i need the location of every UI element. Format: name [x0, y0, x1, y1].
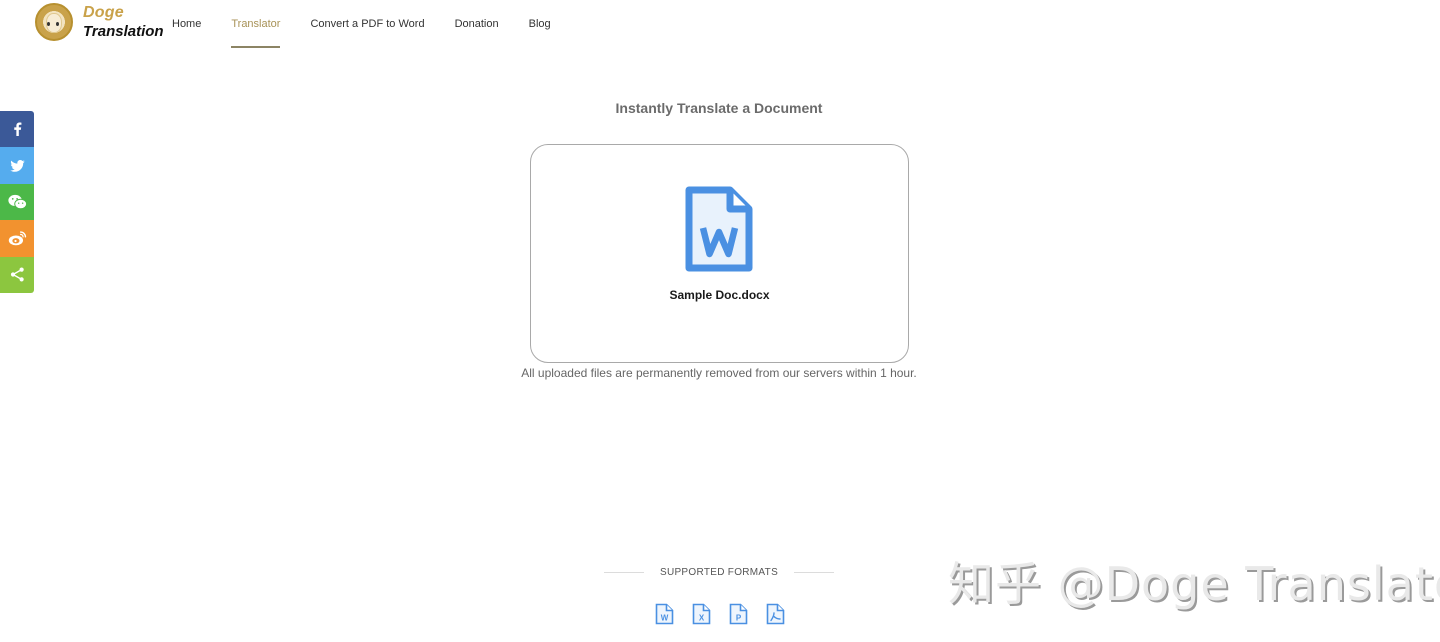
page-title: Instantly Translate a Document	[615, 100, 823, 116]
powerpoint-format-icon: P	[729, 603, 748, 625]
nav-translator[interactable]: Translator	[216, 0, 295, 48]
share-more-button[interactable]	[0, 256, 34, 293]
facebook-icon	[13, 122, 22, 137]
site-header: Doge Translation Home Translator Convert…	[0, 0, 1440, 48]
nav-donation[interactable]: Donation	[440, 0, 514, 48]
excel-format-icon: X	[692, 603, 711, 625]
format-icons-list: W X P	[655, 603, 785, 625]
share-wechat-button[interactable]	[0, 183, 34, 221]
share-facebook-button[interactable]	[0, 111, 34, 148]
nav-home[interactable]: Home	[157, 0, 216, 48]
doge-logo-icon	[35, 3, 73, 41]
weibo-icon	[8, 230, 27, 246]
supported-formats-label: SUPPORTED FORMATS	[659, 567, 779, 578]
privacy-notice: All uploaded files are permanently remov…	[521, 366, 917, 380]
word-document-icon	[685, 186, 753, 277]
logo-text: Doge Translation	[83, 4, 164, 40]
twitter-icon	[9, 159, 25, 172]
wechat-icon	[7, 194, 27, 210]
supported-formats-heading: SUPPORTED FORMATS	[604, 567, 835, 578]
pdf-format-icon	[766, 603, 785, 625]
word-format-icon: W	[655, 603, 674, 625]
svg-text:W: W	[661, 614, 669, 623]
share-twitter-button[interactable]	[0, 147, 34, 184]
divider-right	[794, 572, 835, 573]
file-upload-dropzone[interactable]: Sample Doc.docx	[530, 144, 909, 363]
share-weibo-button[interactable]	[0, 220, 34, 257]
logo-line1: Doge	[83, 4, 124, 21]
logo-link[interactable]: Doge Translation	[35, 3, 164, 41]
divider-left	[604, 572, 644, 573]
nav-convert-pdf-to-word[interactable]: Convert a PDF to Word	[295, 0, 439, 48]
share-icon	[10, 267, 25, 282]
share-sidebar	[0, 111, 34, 293]
nav-blog[interactable]: Blog	[514, 0, 566, 48]
uploaded-filename: Sample Doc.docx	[669, 288, 770, 302]
zhihu-watermark: 知乎 @Doge Translator	[948, 557, 1440, 611]
logo-line2: Translation	[83, 23, 164, 40]
main-nav: Home Translator Convert a PDF to Word Do…	[157, 0, 566, 48]
svg-text:P: P	[736, 614, 742, 623]
svg-text:X: X	[699, 614, 705, 623]
